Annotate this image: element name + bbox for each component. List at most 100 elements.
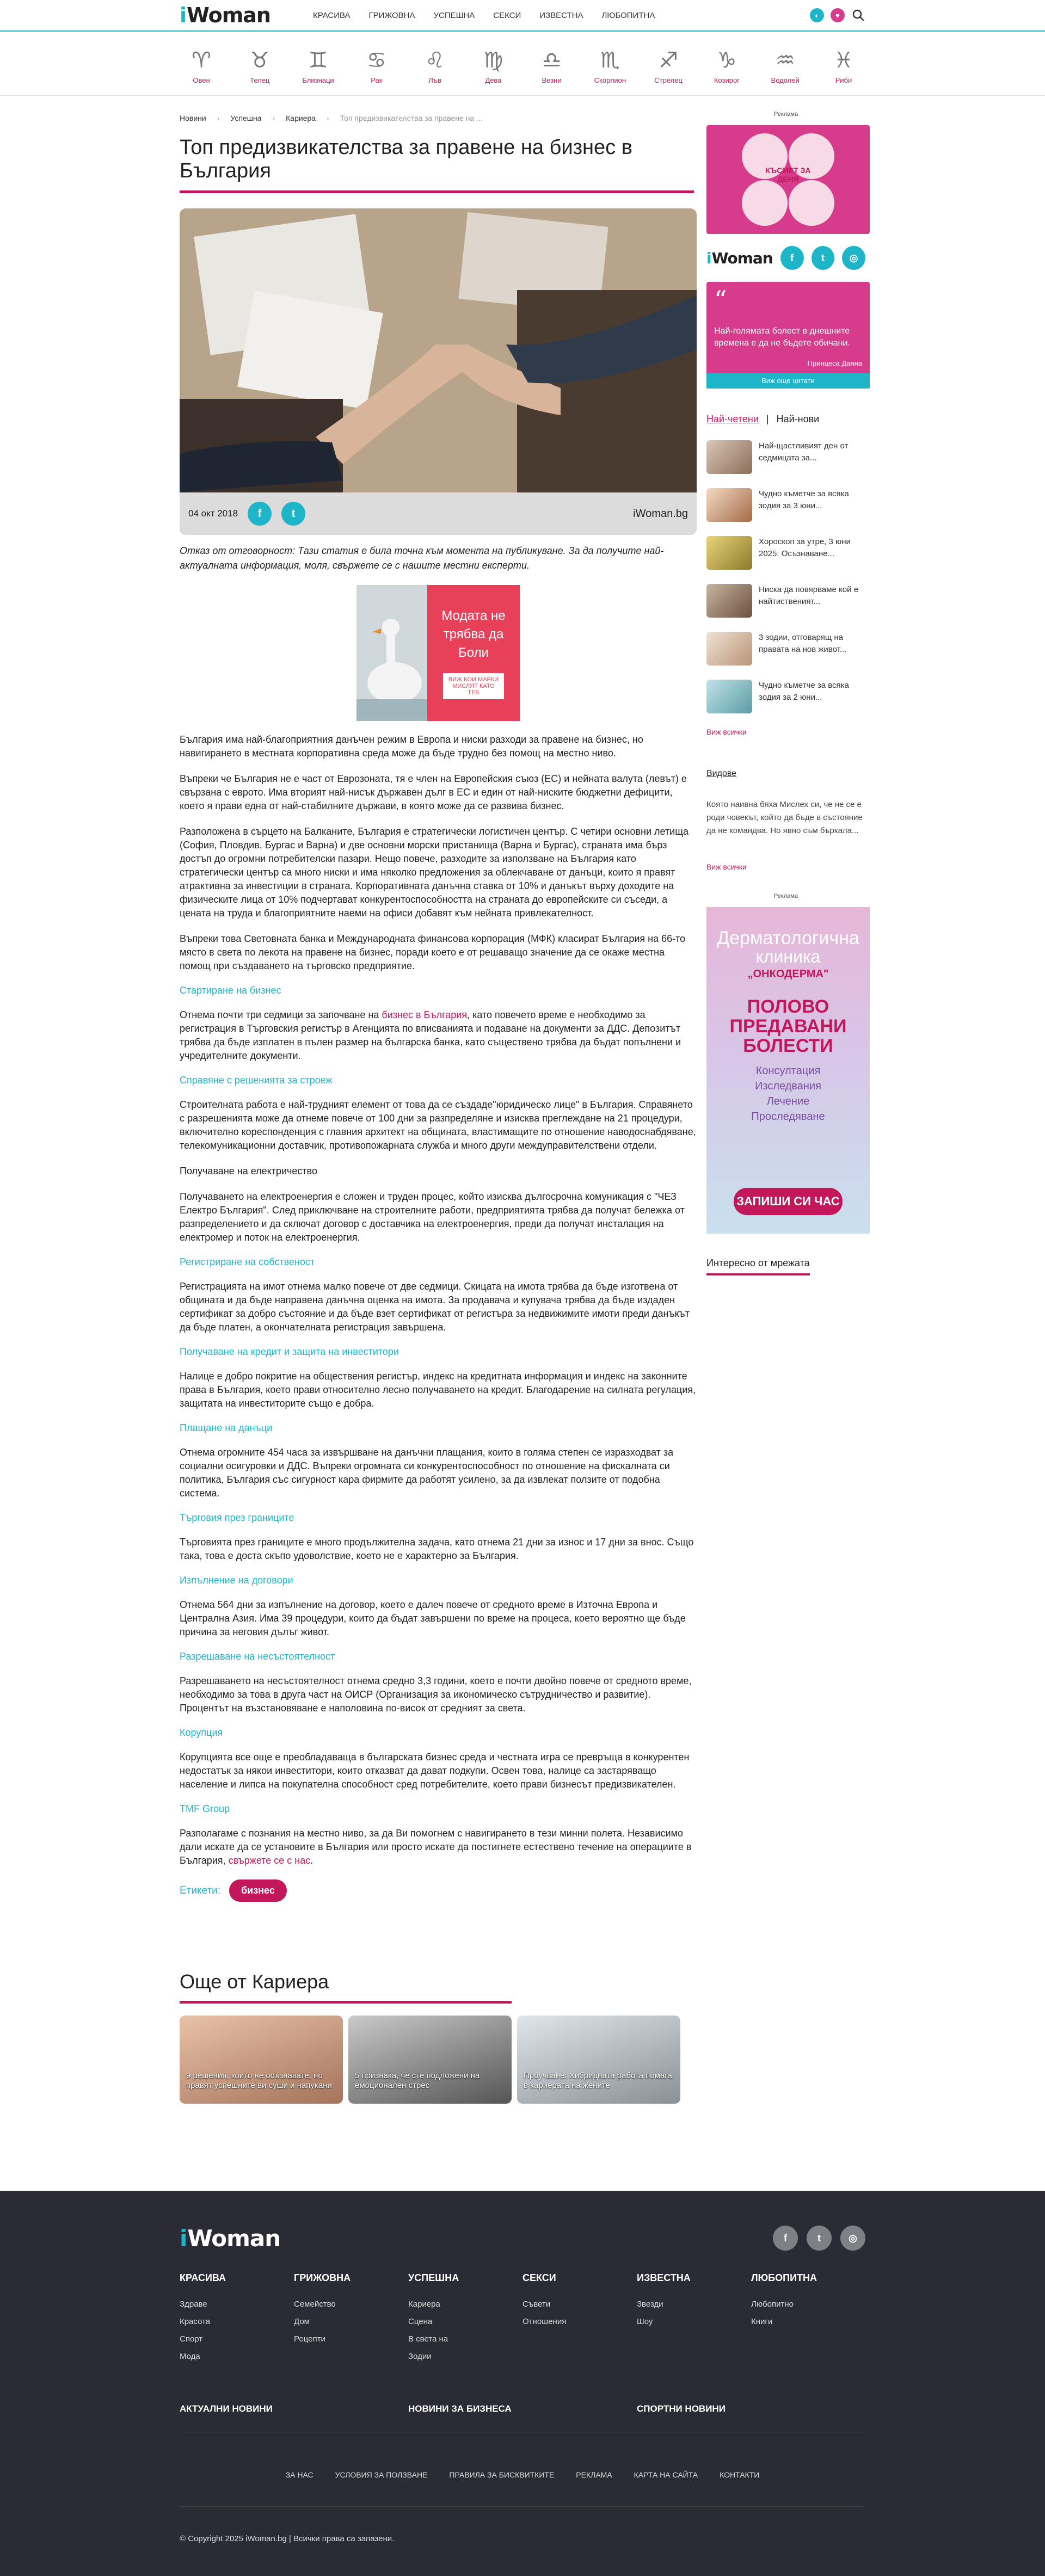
- more-quotes-button[interactable]: Виж още цитати: [706, 373, 870, 389]
- footer-news-link[interactable]: НОВИНИ ЗА БИЗНЕСА: [408, 2404, 637, 2414]
- footer-col-heading[interactable]: УСПЕШНА: [408, 2272, 522, 2284]
- site-logo[interactable]: i Woman: [180, 3, 271, 27]
- footer-col-heading[interactable]: КРАСИВА: [180, 2272, 294, 2284]
- contact-link[interactable]: свържете се с нас: [229, 1855, 311, 1866]
- more-title: Още от Кариера: [180, 1970, 512, 2004]
- taurus-icon: ♉: [250, 48, 270, 73]
- zodiac-bar: ♈ Овен ♉ Телец ♊ Близнаци ♋ Рак ♌ Лъв ♍ Дева ♎…: [0, 32, 1045, 96]
- related-card[interactable]: 5 признака, че сте подложени на емоциона…: [348, 2016, 512, 2104]
- related-card[interactable]: 9 решения, които не осъзнавате, но правя…: [180, 2016, 343, 2104]
- breadcrumb-kariera[interactable]: Кариера: [286, 114, 316, 122]
- messenger-icon[interactable]: ◐: [810, 8, 824, 22]
- zodiac-cancer[interactable]: ♋ Рак: [355, 48, 398, 84]
- tab-newest[interactable]: Най-нови: [777, 414, 820, 425]
- footer-link-ads[interactable]: РЕКЛАМА: [576, 2470, 612, 2479]
- paragraph: Въпреки че България не е част от Еврозон…: [180, 773, 687, 811]
- footer-link[interactable]: Спорт: [180, 2331, 294, 2348]
- paragraph: Налице е добро покритие на обществения р…: [180, 1371, 696, 1409]
- breadcrumb-uspeshna[interactable]: Успешна: [230, 114, 261, 122]
- footer-news-link[interactable]: СПОРТНИ НОВИНИ: [637, 2404, 865, 2414]
- footer-link-cookies[interactable]: ПРАВИЛА ЗА БИСКВИТКИТЕ: [449, 2470, 554, 2479]
- footer-link[interactable]: Здраве: [180, 2296, 294, 2313]
- zodiac-scorpio[interactable]: ♏ Скорпион: [588, 48, 632, 84]
- nav-item-grizhovna[interactable]: Грижовна: [369, 11, 415, 20]
- footer-link-terms[interactable]: УСЛОВИЯ ЗА ПОЛЗВАНЕ: [335, 2470, 428, 2479]
- tab-most-read[interactable]: Най-четени: [706, 414, 759, 425]
- footer-link[interactable]: Зодии: [408, 2348, 522, 2365]
- footer-link[interactable]: Звезди: [637, 2296, 751, 2313]
- footer-link[interactable]: Дом: [294, 2313, 408, 2331]
- instagram-icon[interactable]: ◎: [840, 2226, 865, 2251]
- footer-bottom-links: ЗА НАС УСЛОВИЯ ЗА ПОЛЗВАНЕ ПРАВИЛА ЗА БИ…: [180, 2470, 865, 2507]
- zodiac-taurus[interactable]: ♉ Телец: [238, 48, 281, 84]
- footer-link-about[interactable]: ЗА НАС: [286, 2470, 314, 2479]
- footer-link[interactable]: Съвети: [522, 2296, 637, 2313]
- zodiac-gemini[interactable]: ♊ Близнаци: [297, 48, 340, 84]
- ad-label: Реклама: [773, 893, 798, 899]
- twitter-icon[interactable]: t: [807, 2226, 832, 2251]
- footer-link[interactable]: Кариера: [408, 2296, 522, 2313]
- footer-link[interactable]: Любопитно: [751, 2296, 865, 2313]
- twitter-icon[interactable]: t: [811, 246, 835, 270]
- list-item[interactable]: Най-щастливият ден от седмицата за...: [706, 440, 865, 474]
- zodiac-sagittarius[interactable]: ♐ Стрелец: [647, 48, 690, 84]
- list-item[interactable]: Чудно къметче за всяка зодия за 2 юни...: [706, 680, 865, 713]
- business-link[interactable]: бизнес в България: [382, 1009, 467, 1020]
- zodiac-virgo[interactable]: ♍ Дева: [471, 48, 515, 84]
- breadcrumb-news[interactable]: Новини: [180, 114, 206, 122]
- footer-link-contacts[interactable]: КОНТАКТИ: [720, 2470, 759, 2479]
- footer-link[interactable]: В света на: [408, 2331, 522, 2348]
- ad-label: Реклама: [773, 111, 798, 118]
- see-all-link[interactable]: Виж всички: [706, 862, 865, 871]
- footer-col-heading[interactable]: ГРИЖОВНА: [294, 2272, 408, 2284]
- list-item[interactable]: 3 зодии, отговарящ на правата на нов жив…: [706, 632, 865, 665]
- footer-col-heading[interactable]: ЛЮБОПИТНА: [751, 2272, 865, 2284]
- aries-icon: ♈: [192, 48, 211, 73]
- zodiac-leo[interactable]: ♌ Лъв: [413, 48, 457, 84]
- footer-link[interactable]: Шоу: [637, 2313, 751, 2331]
- footer-link[interactable]: Сцена: [408, 2313, 522, 2331]
- footer-link[interactable]: Рецепти: [294, 2331, 408, 2348]
- list-item[interactable]: Чудно къметче за всяка зодия за 3 юни...: [706, 488, 865, 522]
- footer-col-heading[interactable]: ИЗВЕСТНА: [637, 2272, 751, 2284]
- footer-news-link[interactable]: АКТУАЛНИ НОВИНИ: [180, 2404, 408, 2414]
- tag-business[interactable]: бизнес: [229, 1879, 287, 1902]
- facebook-icon[interactable]: f: [773, 2226, 798, 2251]
- footer-link[interactable]: Семейство: [294, 2296, 408, 2313]
- footer-col-heading[interactable]: СЕКСИ: [522, 2272, 637, 2284]
- footer-link[interactable]: Мода: [180, 2348, 294, 2365]
- paragraph: България има най-благоприятния данъчен р…: [180, 734, 643, 759]
- nav-item-lyubopitna[interactable]: Любопитна: [601, 11, 655, 20]
- paragraph: Строителната работа е най-трудният елеме…: [180, 1099, 696, 1151]
- nav-item-seksi[interactable]: Секси: [493, 11, 521, 20]
- ad-cta[interactable]: ВИЖ КОИ МАРКИ МИСЛЯТ КАТО ТЕБ: [443, 673, 504, 699]
- nav-item-izvestna[interactable]: Известна: [539, 11, 583, 20]
- facebook-share-icon[interactable]: f: [248, 502, 272, 526]
- footer-logo[interactable]: i Woman: [180, 2225, 281, 2252]
- list-item[interactable]: Ниска да повярваме кой е найтиственият..…: [706, 584, 865, 618]
- twitter-share-icon[interactable]: t: [281, 502, 306, 526]
- ad-banner-clinic[interactable]: Дерматологична клиника „ОНКОДЕРМА" ПОЛОВ…: [706, 907, 870, 1234]
- zodiac-aries[interactable]: ♈ Овен: [180, 48, 223, 84]
- instagram-icon[interactable]: ◎: [842, 246, 865, 270]
- footer-link[interactable]: Красота: [180, 2313, 294, 2331]
- list-item[interactable]: Хороскоп за утре, 3 юни 2025: Осъзнаване…: [706, 536, 865, 570]
- footer-link-sitemap[interactable]: КАРТА НА САЙТА: [634, 2470, 698, 2479]
- search-icon[interactable]: [851, 8, 865, 22]
- nav-item-uspeshna[interactable]: Успешна: [434, 11, 475, 20]
- zodiac-aquarius[interactable]: ♒ Водолей: [764, 48, 807, 84]
- book-appointment-button[interactable]: ЗАПИШИ СИ ЧАС: [734, 1188, 843, 1215]
- heart-icon[interactable]: ♥: [831, 8, 845, 22]
- nav-item-krasiva[interactable]: Красива: [313, 11, 351, 20]
- zodiac-libra[interactable]: ♎ Везни: [530, 48, 574, 84]
- zodiac-capricorn[interactable]: ♑ Козирог: [705, 48, 748, 84]
- luck-of-the-day-widget[interactable]: КЪСМЕТ ЗА ДЕНЯ: [706, 125, 870, 234]
- footer-link[interactable]: Книги: [751, 2313, 865, 2331]
- ad-banner-fashion[interactable]: Модата не трябва да Боли ВИЖ КОИ МАРКИ М…: [356, 585, 520, 721]
- facebook-icon[interactable]: f: [780, 246, 804, 270]
- related-card[interactable]: Проучване: Хибридната работа помага в ка…: [517, 2016, 680, 2104]
- zodiac-pisces[interactable]: ♓ Риби: [822, 48, 865, 84]
- footer-link[interactable]: Отношения: [522, 2313, 637, 2331]
- video-heading[interactable]: Видове: [706, 769, 865, 779]
- see-all-link[interactable]: Виж всички: [706, 728, 865, 736]
